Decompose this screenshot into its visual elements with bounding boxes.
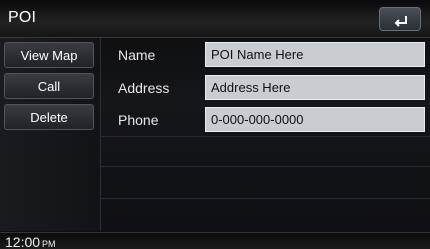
view-map-button[interactable]: View Map <box>4 42 94 68</box>
divider <box>100 166 430 167</box>
sidebar: View Map Call Delete <box>0 38 101 231</box>
call-button[interactable]: Call <box>4 73 94 99</box>
name-label: Name <box>118 47 156 63</box>
phone-field[interactable]: 0-000-000-0000 <box>205 107 425 132</box>
name-field[interactable]: POI Name Here <box>205 42 425 67</box>
address-field[interactable]: Address Here <box>205 75 425 100</box>
page-title: POI <box>8 9 37 26</box>
address-label: Address <box>118 80 170 96</box>
delete-button[interactable]: Delete <box>4 104 94 130</box>
phone-label: Phone <box>118 112 159 128</box>
status-bar: 12:00 PM <box>0 232 430 249</box>
clock-time: 12:00 <box>5 234 41 249</box>
divider <box>100 136 430 137</box>
clock-ampm: PM <box>42 239 56 249</box>
title-bar: POI <box>0 0 430 38</box>
back-button[interactable] <box>379 7 421 31</box>
divider <box>100 198 430 199</box>
back-arrow-icon <box>394 16 407 27</box>
clock: 12:00 PM <box>5 234 56 249</box>
poi-screen: POI View Map Call Delete Name POI Name H… <box>0 0 430 249</box>
